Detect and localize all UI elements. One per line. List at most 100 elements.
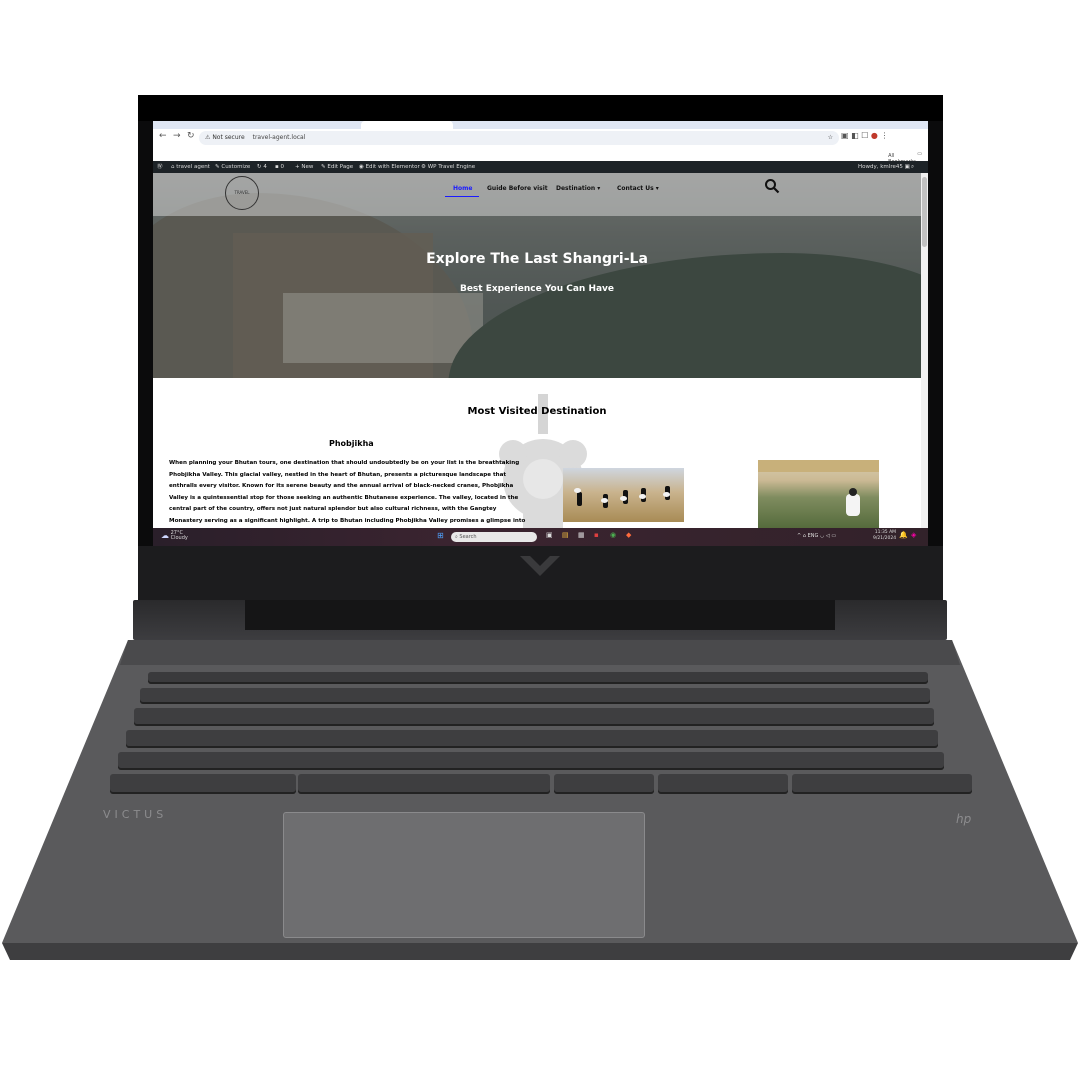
security-label: Not secure [212, 134, 245, 141]
screen: ← → ↻ ⚠ Not secure travel-agent.local ☆ … [153, 121, 928, 546]
wp-site-link[interactable]: ⌂ travel agent [171, 161, 210, 173]
wp-travel-engine-link[interactable]: ⚙ WP Travel Engine [421, 161, 475, 173]
reload-icon[interactable]: ↻ [187, 131, 195, 141]
crane-wing [639, 494, 646, 499]
pinned-app-icon[interactable]: ◆ [626, 531, 631, 539]
wp-edit-page-link[interactable]: ✎ Edit Page [321, 161, 353, 173]
victus-logo-inner [530, 556, 550, 566]
destination-description: When planning your Bhutan tours, one des… [169, 460, 526, 524]
chevron-up-icon[interactable]: ^ [797, 533, 801, 539]
store-icon[interactable]: ▦ [578, 531, 585, 539]
wp-comments-link[interactable]: ▪ 0 [275, 161, 284, 173]
back-arrow-icon[interactable]: ← [159, 131, 167, 141]
address-bar[interactable]: ⚠ Not secure travel-agent.local ☆ [199, 131, 839, 145]
hero-title: Explore The Last Shangri-La [426, 251, 648, 267]
wp-comments-count: 0 [280, 164, 284, 170]
crane-figure [577, 492, 582, 506]
wp-site-name: travel agent [176, 164, 210, 170]
tent-canopy [758, 460, 879, 472]
nav-guide[interactable]: Guide Before visit [487, 185, 548, 192]
star-bookmark-icon[interactable]: ☆ [828, 131, 833, 145]
copilot-icon[interactable]: ◈ [911, 531, 916, 539]
url-text: travel-agent.local [252, 134, 306, 141]
numpad-bottom-keys[interactable] [792, 774, 972, 794]
wp-updates-count: 4 [263, 164, 267, 170]
chevron-down-icon: ▾ [655, 185, 659, 192]
wp-new-label: New [301, 164, 314, 170]
destination-name: Phobjikha [329, 439, 374, 448]
taskbar-clock[interactable]: 11:35 AM 9/21/2024 [873, 530, 896, 542]
nav-destination[interactable]: Destination ▾ [556, 185, 600, 192]
hp-logo: hp [956, 812, 972, 826]
search-icon[interactable] [764, 178, 780, 194]
section-title: Most Visited Destination [467, 406, 607, 417]
bookmarks-bar: ▭ All Bookmarks [153, 149, 928, 165]
chevron-down-icon: ▾ [597, 185, 601, 192]
crane-wing [574, 488, 581, 493]
profile-avatar-icon[interactable]: ● [871, 131, 878, 140]
app-icon[interactable]: ▪ [594, 531, 599, 539]
person-head [849, 488, 857, 496]
laptop-top-bezel [138, 95, 943, 121]
cranes-photo [563, 468, 684, 522]
wp-elementor-link[interactable]: ◉ Edit with Elementor [359, 161, 420, 173]
language-indicator[interactable]: ENG [808, 533, 819, 539]
windows-taskbar: ☁ 27°C Cloudy ⊞ ⌕ Search ▣ ▤ ▦ ▪ ◉ ◆ ^ ⌂… [153, 528, 928, 546]
hero-subtitle: Best Experience You Can Have [459, 284, 615, 294]
space-bar[interactable] [298, 774, 550, 794]
nav-home[interactable]: Home [453, 185, 472, 192]
arrow-keys[interactable] [658, 774, 788, 794]
site-header [153, 173, 921, 216]
wp-howdy-label: Howdy, kmlre45 [858, 164, 903, 170]
system-tray[interactable]: ^ ⌂ ENG ◡ ◁ ▭ [797, 533, 836, 539]
ctrl-fn-win-alt-keys[interactable] [110, 774, 296, 794]
file-explorer-icon[interactable]: ▤ [562, 531, 569, 539]
chrome-icon[interactable]: ◉ [610, 531, 616, 539]
wp-search-icon[interactable]: ⌕ [911, 161, 914, 173]
nav-contact[interactable]: Contact Us ▾ [617, 185, 659, 192]
shift-key-row[interactable] [118, 752, 944, 770]
wifi-icon[interactable]: ◡ [820, 533, 824, 539]
windows-start-icon[interactable]: ⊞ [437, 531, 444, 540]
keyboard [100, 668, 980, 800]
cloud-icon: ☁ [161, 531, 169, 540]
wp-customize-link[interactable]: ✎ Customize [215, 161, 250, 173]
taskbar-search-placeholder: Search [459, 534, 477, 540]
all-bookmarks-link[interactable]: ▭ All Bookmarks [888, 151, 922, 165]
browser-tab-active[interactable] [361, 121, 453, 129]
network-icon[interactable]: ⌂ [803, 533, 806, 539]
page-scroll-thumb[interactable] [922, 177, 927, 247]
site-logo[interactable]: TRAVEL [225, 176, 259, 210]
wp-new-link[interactable]: + New [295, 161, 313, 173]
volume-icon[interactable]: ◁ [826, 533, 830, 539]
touchpad[interactable] [283, 812, 645, 938]
wordpress-logo-icon[interactable]: Ⓦ [157, 161, 163, 173]
extension-icons[interactable]: ▣ ◧ ☐ ● ⋮ [841, 131, 888, 140]
crane-wing [601, 498, 608, 503]
nav-home-underline [445, 196, 479, 197]
taskbar-search[interactable]: ⌕ Search [451, 532, 537, 542]
wp-elementor-label: Edit with Elementor [365, 164, 420, 170]
qwerty-key-row[interactable] [134, 708, 934, 726]
taskbar-date: 9/21/2024 [873, 536, 897, 541]
battery-icon[interactable]: ▭ [831, 533, 836, 539]
function-key-row[interactable] [148, 672, 928, 684]
weather-widget[interactable]: ☁ 27°C Cloudy [161, 531, 188, 541]
wp-travel-engine-label: WP Travel Engine [427, 164, 476, 170]
browser-tab-bar [153, 121, 928, 129]
task-view-icon[interactable]: ▣ [546, 531, 553, 539]
notification-bell-icon[interactable]: 🔔 [899, 531, 908, 539]
laptop-hinge-center [245, 600, 835, 630]
home-key-row[interactable] [126, 730, 938, 748]
site-logo-text: TRAVEL [234, 190, 250, 195]
person-figure [846, 494, 860, 516]
crane-wing [620, 496, 627, 501]
number-key-row[interactable] [140, 688, 930, 704]
weather-condition: Cloudy [170, 535, 188, 541]
forward-arrow-icon[interactable]: → [173, 131, 181, 141]
search-icon: ⌕ [455, 534, 458, 540]
wp-howdy-link[interactable]: Howdy, kmlre45 ▣ [858, 161, 910, 173]
nav-destination-label: Destination [556, 185, 596, 192]
wp-updates-link[interactable]: ↻ 4 [257, 161, 267, 173]
right-alt-ctrl-keys[interactable] [554, 774, 654, 794]
